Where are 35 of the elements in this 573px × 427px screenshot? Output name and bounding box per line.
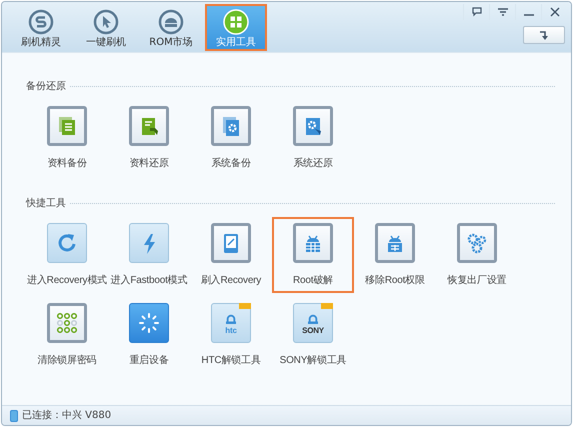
tool-button[interactable]: 资料还原 (108, 100, 190, 176)
tool-button[interactable]: 恢复出厂设置 (436, 217, 518, 293)
phone-icon (10, 410, 18, 422)
section-title: 备份还原 (26, 80, 66, 94)
tab[interactable]: 刷机精灵 (10, 4, 72, 51)
tool-button[interactable]: 系统备份 (190, 100, 272, 176)
cursor-icon (93, 9, 119, 35)
tool-button[interactable]: 清除锁屏密码 (26, 297, 108, 373)
tool-button[interactable]: 进入Fastboot模式 (108, 217, 190, 293)
update-button[interactable] (523, 26, 565, 44)
tool-button[interactable]: 刷入Recovery (190, 217, 272, 293)
grid-icon (223, 9, 249, 35)
tool-button[interactable]: 资料备份 (26, 100, 108, 176)
android-icon (158, 9, 184, 35)
tool-button[interactable]: 进入Recovery模式 (26, 217, 108, 293)
feedback-icon[interactable] (470, 6, 482, 18)
tool-button[interactable]: 重启设备 (108, 297, 190, 373)
tool-button[interactable]: htc HTC解锁工具 (190, 297, 272, 373)
spinner-icon (137, 311, 161, 335)
close-icon[interactable] (548, 6, 560, 18)
tool-button[interactable]: 移除Root权限 (354, 217, 436, 293)
section-title: 快捷工具 (26, 196, 66, 211)
tool-button[interactable]: Root破解 (272, 217, 354, 293)
logo-text: SONY (302, 327, 324, 335)
tool-button[interactable]: SONY SONY解锁工具 (272, 297, 354, 373)
tool-button[interactable]: 系统还原 (272, 100, 354, 176)
connection-status: 已连接：中兴 V880 (22, 408, 112, 423)
gears-icon (465, 231, 489, 255)
menu-icon[interactable] (496, 6, 508, 18)
pattern-lock-icon (55, 311, 79, 335)
tab[interactable]: 一键刷机 (75, 4, 137, 51)
s-logo-icon (28, 9, 54, 35)
logo-text: htc (225, 327, 237, 335)
arrow-icon (538, 29, 550, 41)
tab[interactable]: ROM市场 (140, 4, 202, 51)
